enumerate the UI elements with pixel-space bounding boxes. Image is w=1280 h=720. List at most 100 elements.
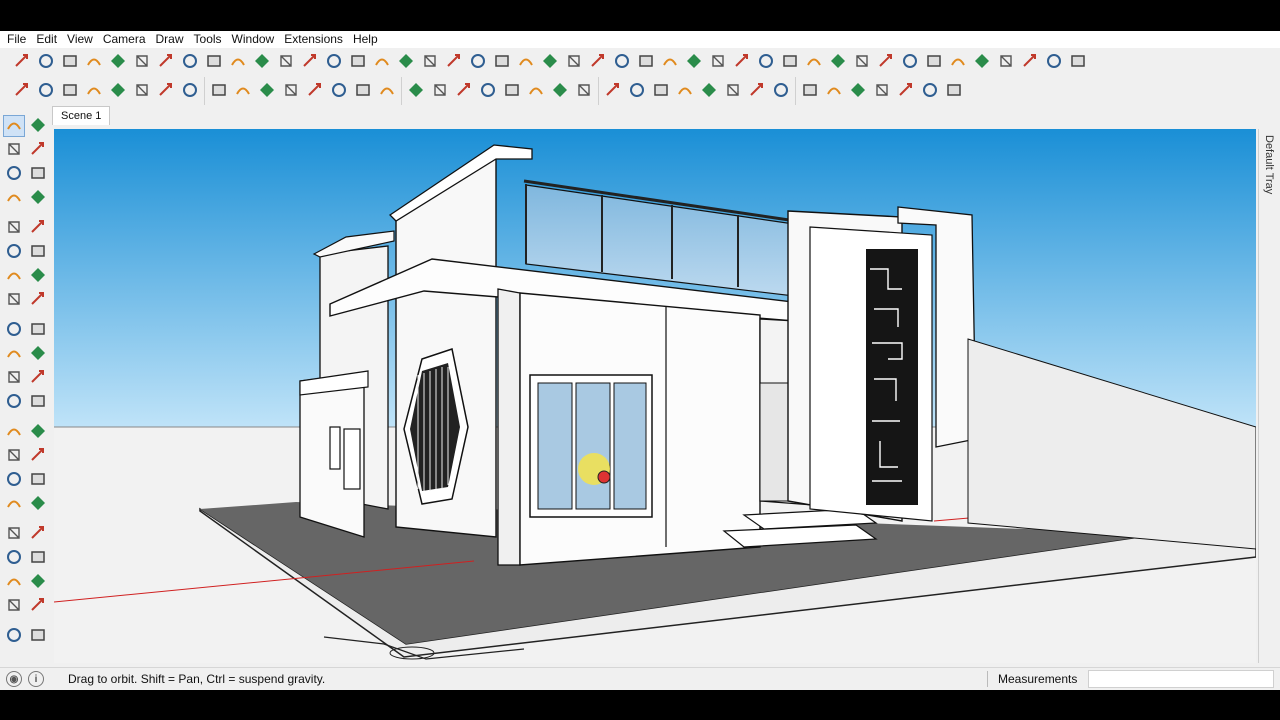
walk-button[interactable] xyxy=(562,52,586,74)
next-button[interactable] xyxy=(514,52,538,74)
menu-tools[interactable]: Tools xyxy=(189,31,227,48)
push-pull-tool-button[interactable] xyxy=(27,319,49,341)
xray-button[interactable] xyxy=(826,52,850,74)
scale-tool-button[interactable] xyxy=(3,367,25,389)
protractor-button[interactable] xyxy=(250,52,274,74)
offset-tool-button[interactable] xyxy=(27,367,49,389)
walk-nav-button[interactable] xyxy=(3,571,25,593)
dimension-tool-button[interactable] xyxy=(27,391,49,413)
pan-nav-button[interactable] xyxy=(27,469,49,491)
fog-button[interactable] xyxy=(994,52,1018,74)
shaded-mode-button[interactable] xyxy=(673,78,697,104)
bottom-view-button[interactable] xyxy=(548,78,572,104)
pushpull-button[interactable] xyxy=(154,52,178,74)
sandbox-button[interactable] xyxy=(610,52,634,74)
hidden-line-button[interactable] xyxy=(874,52,898,74)
wireframe-button[interactable] xyxy=(850,52,874,74)
zoom-window-nav-button[interactable] xyxy=(27,493,49,515)
rotate-tool-button[interactable] xyxy=(3,343,25,365)
sun-button[interactable] xyxy=(822,78,846,104)
left-view-button[interactable] xyxy=(524,78,548,104)
follow-me-tool-button[interactable] xyxy=(27,343,49,365)
menu-draw[interactable]: Draw xyxy=(151,31,189,48)
add-detail-button[interactable] xyxy=(706,52,730,74)
paint-bucket-button[interactable] xyxy=(3,139,25,161)
hidden-mode-button[interactable] xyxy=(649,78,673,104)
info-icon[interactable]: i xyxy=(28,671,44,687)
line-button[interactable] xyxy=(82,52,106,74)
eraser-button[interactable] xyxy=(27,139,49,161)
menu-window[interactable]: Window xyxy=(227,31,280,48)
offset-button[interactable] xyxy=(130,52,154,74)
sphere-button[interactable] xyxy=(942,78,966,104)
section-cuts-button[interactable] xyxy=(279,78,303,104)
previous-button[interactable] xyxy=(490,52,514,74)
trim-button[interactable] xyxy=(106,78,130,104)
menu-camera[interactable]: Camera xyxy=(98,31,151,48)
geolocation-icon[interactable]: ◉ xyxy=(6,671,22,687)
smoove-button[interactable] xyxy=(634,52,658,74)
contour-button[interactable] xyxy=(778,52,802,74)
shaded-button[interactable] xyxy=(922,52,946,74)
iso-view-button[interactable] xyxy=(404,78,428,104)
dome-button[interactable] xyxy=(918,78,942,104)
rotated-rect-button[interactable] xyxy=(27,217,49,239)
sandbox-from-contours-button[interactable] xyxy=(3,595,25,617)
drape-button[interactable] xyxy=(682,52,706,74)
intersect-button[interactable] xyxy=(82,78,106,104)
make-unique-button[interactable] xyxy=(351,78,375,104)
orbit-nav-button[interactable] xyxy=(3,469,25,491)
position-camera-nav-button[interactable] xyxy=(3,547,25,569)
split-button[interactable] xyxy=(130,78,154,104)
menu-extensions[interactable]: Extensions xyxy=(279,31,348,48)
layers-button[interactable] xyxy=(178,78,202,104)
tape-button[interactable] xyxy=(226,52,250,74)
outer-shell-button[interactable] xyxy=(58,78,82,104)
section-button[interactable] xyxy=(346,52,370,74)
stamp-tool-button[interactable] xyxy=(27,625,49,647)
menu-view[interactable]: View xyxy=(62,31,98,48)
right-view-button[interactable] xyxy=(476,78,500,104)
mono-mode-button[interactable] xyxy=(721,78,745,104)
textured-mode-button[interactable] xyxy=(697,78,721,104)
shadow-button[interactable] xyxy=(1018,52,1042,74)
flip-edge-button[interactable] xyxy=(730,52,754,74)
paint-button[interactable] xyxy=(58,52,82,74)
textured-button[interactable] xyxy=(946,52,970,74)
lock-button[interactable] xyxy=(375,78,399,104)
scale-button[interactable] xyxy=(178,52,202,74)
top-view-button[interactable] xyxy=(428,78,452,104)
three-point-arc-button[interactable] xyxy=(27,289,49,311)
smoove-tool-button[interactable] xyxy=(3,625,25,647)
profile-button[interactable] xyxy=(870,78,894,104)
axes-tool-button[interactable] xyxy=(3,445,25,467)
orbit-tool-button[interactable] xyxy=(27,115,49,137)
layer-manager-button[interactable] xyxy=(207,78,231,104)
freehand-button[interactable] xyxy=(27,187,49,209)
move-button[interactable] xyxy=(10,52,34,74)
grid-button[interactable] xyxy=(754,52,778,74)
circle-button[interactable] xyxy=(3,241,25,263)
axes-button[interactable] xyxy=(274,52,298,74)
default-tray[interactable]: Default Tray xyxy=(1258,129,1280,663)
section-plane-button[interactable] xyxy=(231,78,255,104)
measure-angle-button[interactable] xyxy=(846,78,870,104)
solar-north-button[interactable] xyxy=(798,78,822,104)
measurements-input[interactable] xyxy=(1088,670,1274,688)
followme-button[interactable] xyxy=(202,52,226,74)
materials-window-button[interactable] xyxy=(769,78,793,104)
section-plane-nav-button[interactable] xyxy=(27,571,49,593)
menu-edit[interactable]: Edit xyxy=(31,31,62,48)
zoom-extents-button[interactable] xyxy=(466,52,490,74)
back-view-button[interactable] xyxy=(500,78,524,104)
tape-tool-button[interactable] xyxy=(3,163,25,185)
scene-tab-1[interactable]: Scene 1 xyxy=(52,106,111,125)
xray-mode-button[interactable] xyxy=(572,78,596,104)
zoom-nav-button[interactable] xyxy=(3,493,25,515)
zoom-all-button[interactable] xyxy=(27,523,49,545)
position-camera-button[interactable] xyxy=(538,52,562,74)
line-tool-button[interactable] xyxy=(3,187,25,209)
pencil-tool-button[interactable] xyxy=(27,163,49,185)
wireframe-mode-button[interactable] xyxy=(625,78,649,104)
components-window-button[interactable] xyxy=(745,78,769,104)
